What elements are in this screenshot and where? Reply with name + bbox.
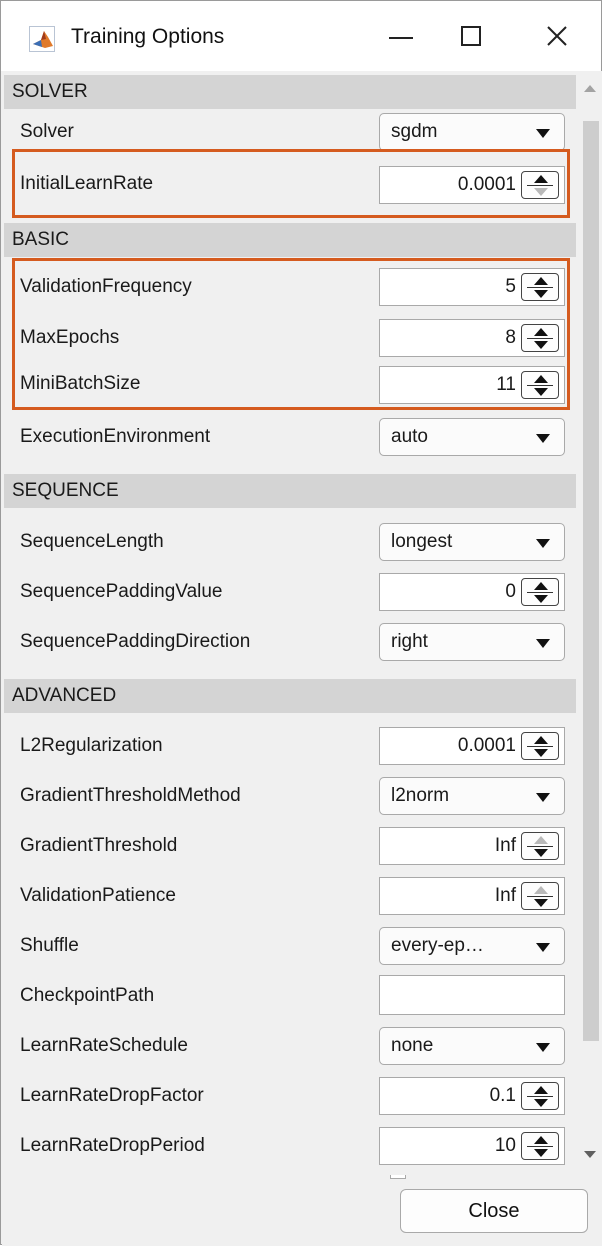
l2-regularization-value: 0.0001 — [457, 735, 516, 756]
chevron-down-icon — [536, 943, 550, 952]
highlight-box-initial-learn-rate — [12, 149, 570, 218]
solver-dropdown[interactable]: sgdm — [379, 113, 565, 151]
learn-rate-drop-factor-field[interactable]: 0.1 — [379, 1077, 565, 1115]
sequence-padding-direction-label: SequencePaddingDirection — [20, 631, 251, 652]
spinner-down-icon — [534, 849, 548, 857]
maximize-icon — [461, 26, 481, 46]
scroll-up-icon[interactable] — [584, 85, 596, 92]
sequence-padding-value-label: SequencePaddingValue — [20, 581, 223, 602]
spinner-up-icon — [534, 1136, 548, 1144]
spinner-up-icon — [534, 582, 548, 590]
sequence-padding-direction-value: right — [391, 631, 428, 652]
learn-rate-drop-factor-stepper[interactable] — [521, 1082, 559, 1110]
learn-rate-drop-factor-label: LearnRateDropFactor — [20, 1085, 204, 1106]
chevron-down-icon — [536, 539, 550, 548]
validation-patience-field[interactable]: Inf — [379, 877, 565, 915]
title-bar[interactable]: Training Options — [1, 1, 601, 71]
learn-rate-drop-period-field[interactable]: 10 — [379, 1127, 565, 1165]
execution-environment-value: auto — [391, 426, 428, 447]
spinner-down-icon — [534, 899, 548, 907]
minimize-button[interactable] — [367, 1, 435, 71]
chevron-down-icon — [536, 434, 550, 443]
shuffle-label: Shuffle — [20, 935, 79, 956]
validation-patience-label: ValidationPatience — [20, 885, 176, 906]
sequence-length-value: longest — [391, 531, 453, 552]
solver-label: Solver — [20, 121, 74, 142]
shuffle-dropdown[interactable]: every-ep… — [379, 927, 565, 965]
gradient-threshold-label: GradientThreshold — [20, 835, 178, 856]
section-header-solver: SOLVER — [4, 75, 576, 109]
l2-regularization-field[interactable]: 0.0001 — [379, 727, 565, 765]
section-header-sequence: SEQUENCE — [4, 474, 576, 508]
chevron-down-icon — [536, 129, 550, 138]
sequence-padding-value-field[interactable]: 0 — [379, 573, 565, 611]
scrollbar-thumb[interactable] — [583, 121, 599, 1041]
gradient-threshold-field[interactable]: Inf — [379, 827, 565, 865]
l2-regularization-stepper[interactable] — [521, 732, 559, 760]
learn-rate-drop-period-value: 10 — [494, 1135, 516, 1156]
training-options-window: Training Options SOLVER Solver sgdm Init… — [0, 0, 602, 1246]
spinner-down-icon — [534, 1099, 548, 1107]
gradient-threshold-value: Inf — [494, 835, 516, 856]
validation-patience-value: Inf — [494, 885, 516, 906]
maximize-button[interactable] — [437, 1, 505, 71]
scroll-down-icon[interactable] — [584, 1151, 596, 1158]
close-icon — [547, 26, 567, 46]
gradient-threshold-method-value: l2norm — [391, 785, 450, 806]
spinner-up-icon — [534, 736, 548, 744]
learn-rate-drop-period-label: LearnRateDropPeriod — [20, 1135, 205, 1156]
l2-regularization-label: L2Regularization — [20, 735, 163, 756]
execution-environment-dropdown[interactable]: auto — [379, 418, 565, 456]
spinner-up-icon — [534, 886, 548, 894]
matlab-icon — [29, 26, 55, 52]
highlight-box-basic-params — [12, 258, 570, 410]
section-header-advanced: ADVANCED — [4, 679, 576, 713]
sequence-length-label: SequenceLength — [20, 531, 164, 552]
sequence-length-dropdown[interactable]: longest — [379, 523, 565, 561]
close-button[interactable]: Close — [400, 1189, 588, 1233]
gradient-threshold-method-dropdown[interactable]: l2norm — [379, 777, 565, 815]
validation-patience-stepper[interactable] — [521, 882, 559, 910]
learn-rate-schedule-label: LearnRateSchedule — [20, 1035, 188, 1056]
chevron-down-icon — [536, 1043, 550, 1052]
window-title: Training Options — [71, 25, 225, 48]
sequence-padding-value-stepper[interactable] — [521, 578, 559, 606]
learn-rate-drop-factor-value: 0.1 — [489, 1085, 516, 1106]
partially-visible-checkbox[interactable] — [390, 1175, 406, 1179]
sequence-padding-direction-dropdown[interactable]: right — [379, 623, 565, 661]
learn-rate-schedule-value: none — [391, 1035, 434, 1056]
checkpoint-path-label: CheckpointPath — [20, 985, 155, 1006]
learn-rate-schedule-dropdown[interactable]: none — [379, 1027, 565, 1065]
spinner-down-icon — [534, 1149, 548, 1157]
shuffle-value: every-ep… — [391, 935, 484, 956]
execution-environment-label: ExecutionEnvironment — [20, 426, 211, 447]
spinner-up-icon — [534, 1086, 548, 1094]
chevron-down-icon — [536, 639, 550, 648]
learn-rate-drop-period-stepper[interactable] — [521, 1132, 559, 1160]
checkpoint-path-input[interactable] — [379, 975, 565, 1015]
section-header-basic: BASIC — [4, 223, 576, 257]
gradient-threshold-stepper[interactable] — [521, 832, 559, 860]
sequence-padding-value-value: 0 — [505, 581, 516, 602]
spinner-down-icon — [534, 749, 548, 757]
spinner-up-icon — [534, 836, 548, 844]
minimize-icon — [389, 37, 413, 39]
vertical-scrollbar[interactable] — [578, 71, 602, 1174]
spinner-down-icon — [534, 595, 548, 603]
gradient-threshold-method-label: GradientThresholdMethod — [20, 785, 241, 806]
chevron-down-icon — [536, 793, 550, 802]
close-window-button[interactable] — [523, 1, 591, 71]
solver-value: sgdm — [391, 121, 438, 142]
options-panel: SOLVER Solver sgdm InitialLearnRate 0.00… — [2, 71, 578, 1174]
